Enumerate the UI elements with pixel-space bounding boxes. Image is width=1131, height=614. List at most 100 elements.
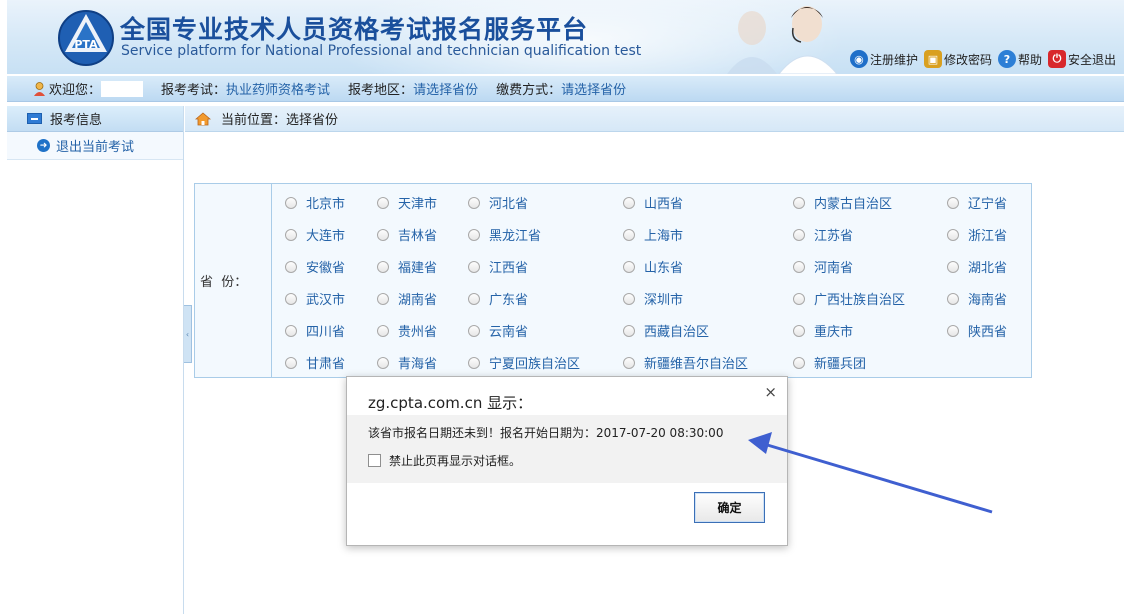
radio-button[interactable] [285,324,297,337]
province-option[interactable]: 青海省 [377,353,437,372]
radio-button[interactable] [377,324,389,337]
user-icon [34,81,45,96]
logout-link[interactable]: ⏻ 安全退出 [1047,50,1116,68]
globe-icon: ◉ [849,50,868,68]
province-name: 广西壮族自治区 [814,293,906,308]
province-option[interactable]: 湖南省 [377,289,437,308]
pta-logo: PTA [58,10,114,66]
radio-button[interactable] [285,260,297,273]
province-name: 大连市 [306,229,346,244]
radio-button[interactable] [793,228,805,241]
radio-button[interactable] [623,292,635,305]
province-option[interactable]: 陕西省 [947,321,1007,340]
radio-button[interactable] [947,260,959,273]
alert-dialog: × zg.cpta.com.cn 显示： 该省市报名日期还未到！报名开始日期为：… [346,376,788,546]
radio-button[interactable] [623,196,635,209]
register-maintain-link[interactable]: ◉ 注册维护 [849,50,918,68]
radio-button[interactable] [468,260,480,273]
checkbox-box[interactable] [368,454,381,467]
radio-button[interactable] [947,196,959,209]
sidebar-item-exit-exam[interactable]: ➜ 退出当前考试 [7,132,183,160]
radio-button[interactable] [285,228,297,241]
radio-button[interactable] [623,260,635,273]
province-option[interactable]: 广东省 [468,289,528,308]
change-password-link[interactable]: ▣ 修改密码 [923,50,992,68]
province-option[interactable]: 四川省 [285,321,345,340]
radio-button[interactable] [947,324,959,337]
sidebar-collapse-handle[interactable]: ‹ [184,305,192,363]
radio-button[interactable] [947,228,959,241]
help-icon: ? [997,50,1016,68]
help-link[interactable]: ? 帮助 [997,50,1042,68]
province-name: 西藏自治区 [644,325,710,340]
province-option[interactable]: 辽宁省 [947,193,1007,212]
radio-button[interactable] [285,196,297,209]
radio-button[interactable] [623,356,635,369]
radio-button[interactable] [793,260,805,273]
province-option[interactable]: 北京市 [285,193,345,212]
province-option[interactable]: 江苏省 [793,225,853,244]
exam-value: 执业药师资格考试 [226,83,331,98]
province-name: 青海省 [398,357,438,372]
province-option[interactable]: 天津市 [377,193,437,212]
province-option[interactable]: 河北省 [468,193,528,212]
province-option[interactable]: 河南省 [793,257,853,276]
province-option[interactable]: 云南省 [468,321,528,340]
province-option[interactable]: 山西省 [623,193,683,212]
province-option[interactable]: 内蒙古自治区 [793,193,892,212]
radio-button[interactable] [468,196,480,209]
province-option[interactable]: 贵州省 [377,321,437,340]
province-option[interactable]: 吉林省 [377,225,437,244]
radio-button[interactable] [793,292,805,305]
radio-button[interactable] [793,356,805,369]
top-links: ◉ 注册维护 ▣ 修改密码 ? 帮助 ⏻ 安全退出 [849,50,1116,68]
province-option[interactable]: 大连市 [285,225,345,244]
province-option[interactable]: 江西省 [468,257,528,276]
radio-button[interactable] [285,356,297,369]
province-option[interactable]: 武汉市 [285,289,345,308]
radio-button[interactable] [468,228,480,241]
lock-icon: ▣ [923,50,942,68]
radio-button[interactable] [468,356,480,369]
province-option[interactable]: 山东省 [623,257,683,276]
info-bar: 欢迎您： 报考考试：执业药师资格考试 报考地区：请选择省份 缴费方式：请选择省份 [7,76,1124,102]
province-option[interactable]: 甘肃省 [285,353,345,372]
radio-button[interactable] [377,196,389,209]
province-option[interactable]: 宁夏回族自治区 [468,353,580,372]
province-option[interactable]: 海南省 [947,289,1007,308]
sidebar-heading[interactable]: 报考信息 [7,106,183,132]
province-option[interactable]: 新疆兵团 [793,353,866,372]
province-option[interactable]: 新疆维吾尔自治区 [623,353,748,372]
province-option[interactable]: 重庆市 [793,321,853,340]
radio-button[interactable] [793,196,805,209]
province-name: 福建省 [398,261,438,276]
radio-button[interactable] [377,260,389,273]
radio-button[interactable] [793,324,805,337]
province-option[interactable]: 上海市 [623,225,683,244]
close-icon[interactable]: × [764,383,777,401]
annotation-arrow [748,432,993,514]
province-name: 吉林省 [398,229,438,244]
province-option[interactable]: 黑龙江省 [468,225,541,244]
exam-info: 报考考试：执业药师资格考试 [161,83,331,98]
province-option[interactable]: 安徽省 [285,257,345,276]
arrow-right-circle-icon: ➜ [37,139,50,152]
province-option[interactable]: 西藏自治区 [623,321,709,340]
province-option[interactable]: 广西壮族自治区 [793,289,905,308]
province-option[interactable]: 深圳市 [623,289,683,308]
radio-button[interactable] [468,292,480,305]
province-option[interactable]: 浙江省 [947,225,1007,244]
radio-button[interactable] [377,292,389,305]
payment-value: 请选择省份 [561,83,627,98]
dialog-message: 该省市报名日期还未到！报名开始日期为：2017-07-20 08:30:00 [368,426,724,440]
suppress-dialogs-checkbox[interactable]: 禁止此页再显示对话框。 [368,452,521,469]
radio-button[interactable] [623,324,635,337]
radio-button[interactable] [377,228,389,241]
province-option[interactable]: 湖北省 [947,257,1007,276]
radio-button[interactable] [947,292,959,305]
radio-button[interactable] [468,324,480,337]
radio-button[interactable] [377,356,389,369]
province-option[interactable]: 福建省 [377,257,437,276]
radio-button[interactable] [285,292,297,305]
radio-button[interactable] [623,228,635,241]
